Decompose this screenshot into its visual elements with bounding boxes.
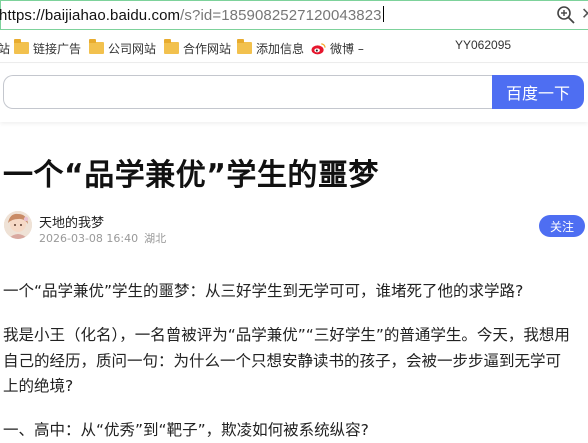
- bookmark-item[interactable]: 链接广告: [14, 39, 81, 57]
- publish-location: 湖北: [144, 232, 167, 245]
- search-button[interactable]: 百度一下: [492, 75, 584, 109]
- article-meta: 2026-03-08 16:40 湖北: [39, 230, 166, 246]
- bookmark-item[interactable]: 站: [0, 39, 10, 57]
- address-bar[interactable]: https://baijiahao.baidu.com/s?id=1859082…: [0, 0, 588, 30]
- article-paragraph: 我是小王（化名），一名曾被评为“品学兼优”“三好学生”的普通学生。今天，我想用: [3, 326, 570, 344]
- url-host: https://baijiahao.baidu.com: [0, 7, 181, 24]
- bookmark-item[interactable]: 微博 –: [311, 39, 364, 57]
- url-path: /s?id=1859082527120043823: [180, 7, 382, 24]
- bookmark-label: 合作网站: [183, 41, 232, 56]
- bookmark-label: 微博 –: [330, 41, 364, 56]
- article-paragraph: 上的绝境?: [3, 377, 74, 395]
- bookmark-item[interactable]: 合作网站: [164, 39, 231, 57]
- article-paragraph: 一个“品学兼优”学生的噩梦：从三好学生到无学可可，谁堵死了他的求学路?: [3, 282, 524, 300]
- folder-icon: [14, 39, 29, 54]
- bookmark-label: 链接广告: [33, 41, 82, 56]
- folder-icon: [164, 39, 179, 54]
- search-bar: 百度一下: [0, 64, 588, 122]
- search-input[interactable]: [3, 75, 498, 109]
- follow-button[interactable]: 关注: [539, 215, 585, 237]
- url-text[interactable]: https://baijiahao.baidu.com/s?id=1859082…: [0, 6, 384, 24]
- avatar-image: [4, 211, 32, 239]
- author-name[interactable]: 天地的我梦: [39, 212, 104, 231]
- avatar[interactable]: [4, 211, 32, 239]
- weibo-icon: [311, 42, 326, 54]
- bookmark-item[interactable]: 公司网站: [89, 39, 156, 57]
- article-title: 一个“品学兼优”学生的噩梦: [3, 158, 379, 193]
- bookmarks-bar: 站 链接广告 公司网站 合作网站 添加信息 微博 – YY062095: [0, 31, 588, 63]
- folder-icon: [89, 39, 104, 54]
- bookmark-user-id: YY062095: [455, 38, 512, 52]
- bookmark-label: 公司网站: [108, 41, 157, 56]
- folder-icon: [237, 39, 252, 54]
- text-caret: [382, 6, 384, 22]
- bookmark-item[interactable]: 添加信息: [237, 39, 304, 57]
- publish-date: 2026-03-08 16:40: [39, 232, 139, 245]
- clear-icon[interactable]: ✕: [581, 4, 588, 23]
- bookmark-label: 添加信息: [256, 41, 304, 56]
- article-heading: 一、高中：从“优秀”到“靶子”，欺凌如何被系统纵容?: [3, 421, 369, 439]
- bookmark-label: 站: [0, 41, 11, 56]
- article-paragraph: 自己的经历，质问一句：为什么一个只想安静读书的孩子，会被一步步逼到无学可: [3, 352, 562, 370]
- zoom-icon[interactable]: [556, 5, 576, 25]
